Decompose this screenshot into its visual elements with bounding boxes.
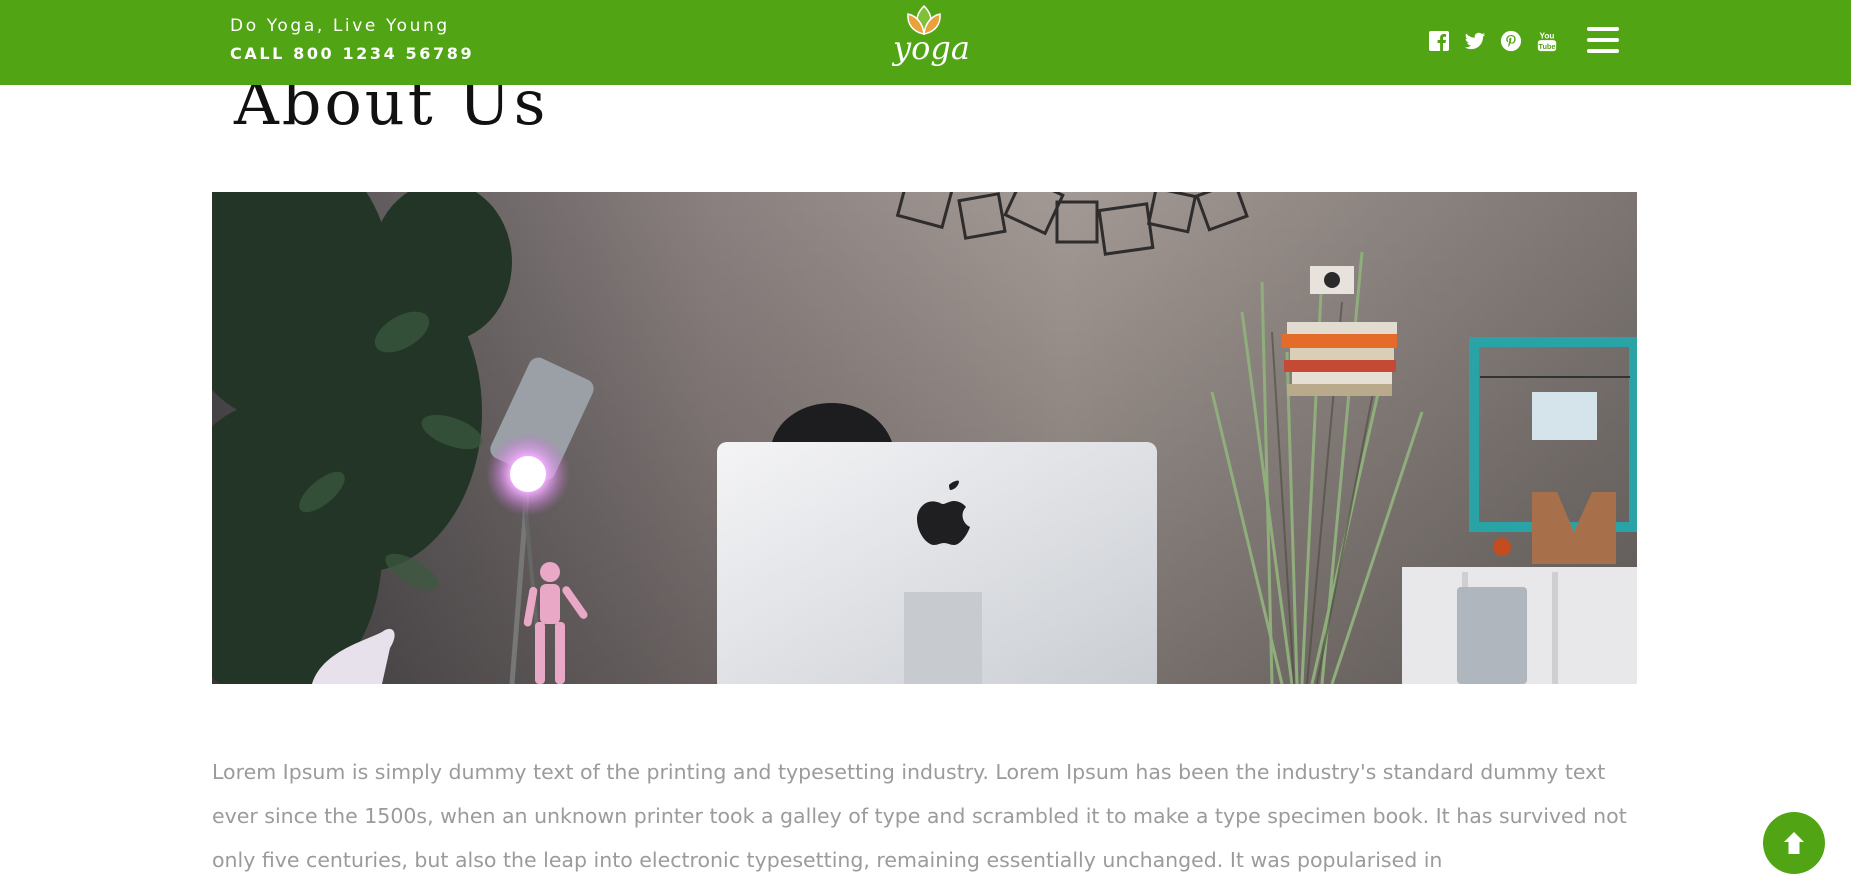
about-body-text: Lorem Ipsum is simply dummy text of the …: [212, 760, 1627, 872]
pinterest-icon[interactable]: [1500, 30, 1522, 52]
logo-text: yoga: [893, 29, 970, 67]
workspace-photo-illustration: [212, 192, 1637, 684]
phone-number[interactable]: CALL 800 1234 56789: [230, 44, 474, 63]
top-header: Do Yoga, Live Young CALL 800 1234 56789 …: [0, 0, 1851, 85]
social-links: You Tube: [1428, 30, 1558, 52]
facebook-icon[interactable]: [1428, 30, 1450, 52]
tagline: Do Yoga, Live Young: [230, 16, 450, 36]
scroll-to-top-button[interactable]: [1763, 812, 1825, 874]
arrow-up-icon: [1784, 832, 1804, 854]
svg-text:You: You: [1540, 31, 1555, 40]
hamburger-menu-icon[interactable]: [1587, 27, 1619, 55]
youtube-icon[interactable]: You Tube: [1536, 30, 1558, 52]
twitter-icon[interactable]: [1464, 30, 1486, 52]
svg-text:Tube: Tube: [1539, 42, 1556, 51]
hero-image: [212, 192, 1637, 684]
site-logo[interactable]: yoga: [893, 4, 970, 76]
